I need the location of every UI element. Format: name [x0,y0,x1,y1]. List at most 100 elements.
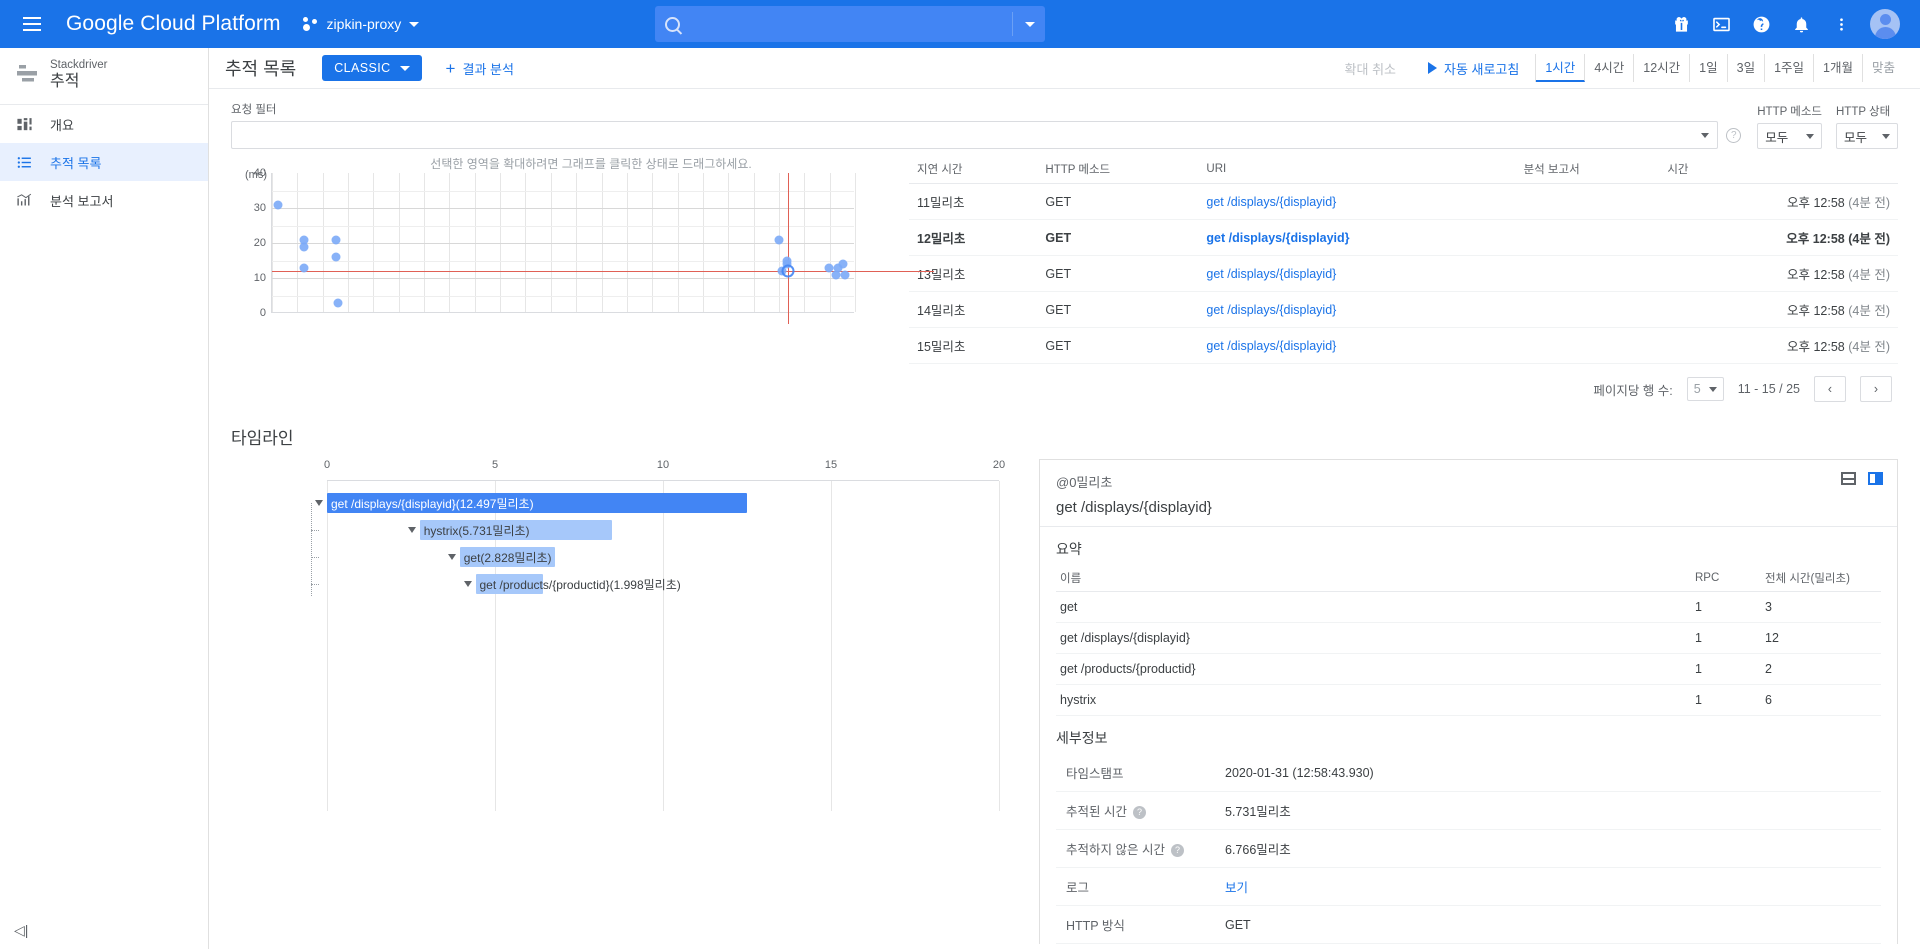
notifications-icon[interactable] [1790,13,1812,35]
http-method-select[interactable]: 모두 [1757,123,1822,149]
cell-uri[interactable]: get /displays/{displayid} [1198,219,1516,256]
project-name: zipkin-proxy [326,16,402,32]
sidebar-product-line1: Stackdriver [50,59,108,71]
chevron-down-icon[interactable] [1701,132,1710,138]
scatter-point[interactable] [331,252,341,262]
cell-time: 오후 12:58 (4분 전) [1659,327,1898,364]
detail-row: 추적된 시간? 5.731밀리초 [1056,791,1881,830]
scatter-point[interactable] [299,242,309,251]
col-analysis-report[interactable]: 분석 보고서 [1515,155,1660,184]
project-selector[interactable]: zipkin-proxy [302,16,420,32]
scatter-point-selected[interactable] [781,264,795,278]
help-icon[interactable]: ? [1170,843,1184,857]
summary-row: hystrix 1 6 [1056,684,1881,716]
prev-page-button[interactable]: ‹ [1814,376,1846,402]
collapse-sidebar-button[interactable]: ◁| [14,922,28,939]
search-dropdown-toggle[interactable] [1012,12,1035,36]
summary-rpc: 1 [1691,591,1761,623]
sidebar-product-header: Stackdriver 추적 [0,48,208,105]
auto-refresh-button[interactable]: 자동 새로고침 [1412,59,1535,78]
more-vert-icon[interactable] [1830,13,1852,35]
cell-time: 오후 12:58 (4분 전) [1659,291,1898,328]
trace-table-body: 11밀리초 GET get /displays/{displayid} 오후 12:5… [909,183,1898,364]
table-row[interactable]: 13밀리초 GET get /displays/{displayid} 오후 12:5… [909,255,1898,292]
detail-value: GET [1221,905,1881,944]
table-row[interactable]: 14밀리초 GET get /displays/{displayid} 오후 12:5… [909,291,1898,328]
table-row[interactable]: 15밀리초 GET get /displays/{displayid} 오후 12:5… [909,327,1898,364]
table-row[interactable]: 11밀리초 GET get /displays/{displayid} 오후 12:5… [909,183,1898,220]
col-http-method[interactable]: HTTP 메소드 [1037,155,1199,184]
scatter-point[interactable] [840,270,850,279]
sidebar-item-analysis-reports[interactable]: 분석 보고서 [0,181,208,219]
range-3d[interactable]: 3일 [1728,54,1766,82]
side-panel-icon[interactable] [1868,472,1883,485]
scatter-point[interactable] [831,270,841,279]
cell-uri[interactable]: get /displays/{displayid} [1198,255,1516,292]
next-page-button[interactable]: › [1860,376,1892,402]
timeline-span[interactable]: get(2.828밀리초) [459,547,555,567]
terminal-icon[interactable] [1710,13,1732,35]
chevron-down-icon[interactable] [463,581,472,587]
chevron-down-icon[interactable] [407,527,416,533]
auto-refresh-label: 자동 새로고침 [1443,61,1520,77]
timeline-spans[interactable]: get /displays/{displayid}(12.497밀리초) hyst… [311,481,1000,811]
scatter-point[interactable] [838,259,848,269]
range-1h[interactable]: 1시간 [1536,54,1586,82]
detail-value[interactable]: 보기 [1221,867,1881,906]
range-4h[interactable]: 4시간 [1585,54,1635,82]
classic-mode-button[interactable]: CLASSIC [322,55,422,81]
help-icon[interactable]: ? [1132,805,1146,819]
summary-header-row: 이름 RPC 전체 시간(밀리초) [1056,565,1881,592]
col-time[interactable]: 시간 [1659,155,1898,184]
timeline-axis-tick: 15 [824,459,838,471]
cell-uri[interactable]: get /displays/{displayid} [1198,327,1516,364]
range-1m[interactable]: 1개월 [1814,54,1863,82]
latency-scatter-chart[interactable]: (ms) 선택한 영역을 확대하려면 그래프를 클릭한 상태로 드래그하세요. … [231,155,934,402]
cell-uri[interactable]: get /displays/{displayid} [1198,183,1516,220]
scatter-point[interactable] [774,235,784,244]
help-icon[interactable] [1750,13,1772,35]
scatter-point[interactable] [333,298,343,307]
rows-per-page-select[interactable]: 5 [1686,377,1724,401]
zoom-cancel-button[interactable]: 확대 취소 [1329,59,1412,78]
chevron-down-icon[interactable] [315,500,323,506]
chevron-down-icon [1708,386,1717,392]
timeline-chart: 0 5 10 15 20 get /displays/{displayid}(12.49… [231,459,1021,944]
http-status-select[interactable]: 모두 [1836,123,1898,149]
cell-time: 오후 12:58 (4분 전) [1659,255,1898,292]
range-1w[interactable]: 1주일 [1765,54,1815,82]
avatar[interactable] [1870,9,1900,39]
table-row[interactable]: 12밀리초 GET get /displays/{displayid} 오후 12:5… [909,219,1898,256]
cell-latency: 15밀리초 [909,327,1038,364]
gridline-minor [272,225,854,227]
create-analysis-report-button[interactable]: + 결과 분석 [446,59,514,78]
range-1d[interactable]: 1일 [1690,54,1728,82]
chevron-down-icon[interactable] [447,554,456,560]
sidebar-item-trace-list[interactable]: 추적 목록 [0,143,208,181]
search-input[interactable] [655,6,1045,42]
chart-plot-area[interactable]: 0 10 20 30 40 [254,167,934,324]
summary-rpc: 1 [1691,653,1761,685]
scatter-point[interactable] [299,263,309,272]
range-12h[interactable]: 12시간 [1634,54,1691,82]
gridline-horizontal [272,243,854,244]
timeline-span[interactable]: get /displays/{displayid}(12.497밀리초) [327,493,747,513]
col-latency[interactable]: 지연 시간 [909,155,1038,184]
gift-icon[interactable] [1670,13,1692,35]
timeline-span[interactable]: hystrix(5.731밀리초) [419,520,613,540]
timeline-gridline [999,481,1000,811]
col-uri[interactable]: URI [1198,155,1516,184]
timeline-span[interactable]: get /products/{productid}(1.998밀리초) [475,574,681,594]
help-icon[interactable]: ? [1726,127,1742,143]
chevron-down-icon [1806,133,1814,139]
detail-row: 타임스탬프 2020-01-31 (12:58:43.930) [1056,754,1881,792]
range-custom[interactable]: 맞춤 [1863,54,1904,82]
split-view-icon[interactable] [1841,472,1856,485]
scatter-point[interactable] [331,235,341,244]
cell-uri[interactable]: get /displays/{displayid} [1198,291,1516,328]
detail-value: 5.731밀리초 [1221,791,1881,830]
sidebar-item-overview[interactable]: 개요 [0,105,208,143]
request-filter-input[interactable] [231,121,1719,149]
hamburger-icon[interactable] [12,4,52,44]
scatter-point[interactable] [273,200,283,209]
